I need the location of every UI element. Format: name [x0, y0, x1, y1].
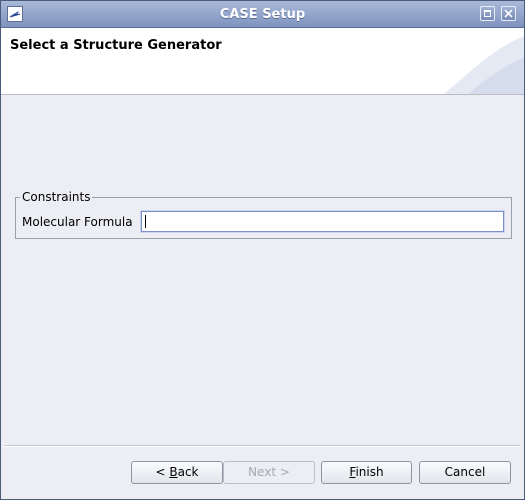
- back-button[interactable]: < Back: [131, 461, 223, 484]
- close-icon[interactable]: [501, 6, 516, 21]
- cancel-button[interactable]: Cancel: [419, 461, 511, 484]
- molecular-formula-label: Molecular Formula: [22, 215, 133, 229]
- maximize-icon[interactable]: [480, 6, 495, 21]
- finish-button[interactable]: Finish: [321, 461, 412, 484]
- title-bar[interactable]: CASE Setup: [1, 1, 524, 28]
- window-title: CASE Setup: [219, 7, 306, 22]
- text-caret: [145, 215, 146, 228]
- constraints-group: Constraints Molecular Formula: [15, 190, 512, 239]
- molecular-formula-input[interactable]: [140, 210, 505, 233]
- header-swoosh-graphic: [444, 36, 524, 94]
- footer-separator: [5, 445, 520, 447]
- constraints-legend: Constraints: [20, 190, 93, 204]
- wizard-header: Select a Structure Generator: [1, 28, 524, 95]
- page-title: Select a Structure Generator: [10, 38, 222, 53]
- next-button[interactable]: Next >: [223, 461, 315, 484]
- case-setup-window: CASE Setup Select a Structure Generator …: [0, 0, 525, 500]
